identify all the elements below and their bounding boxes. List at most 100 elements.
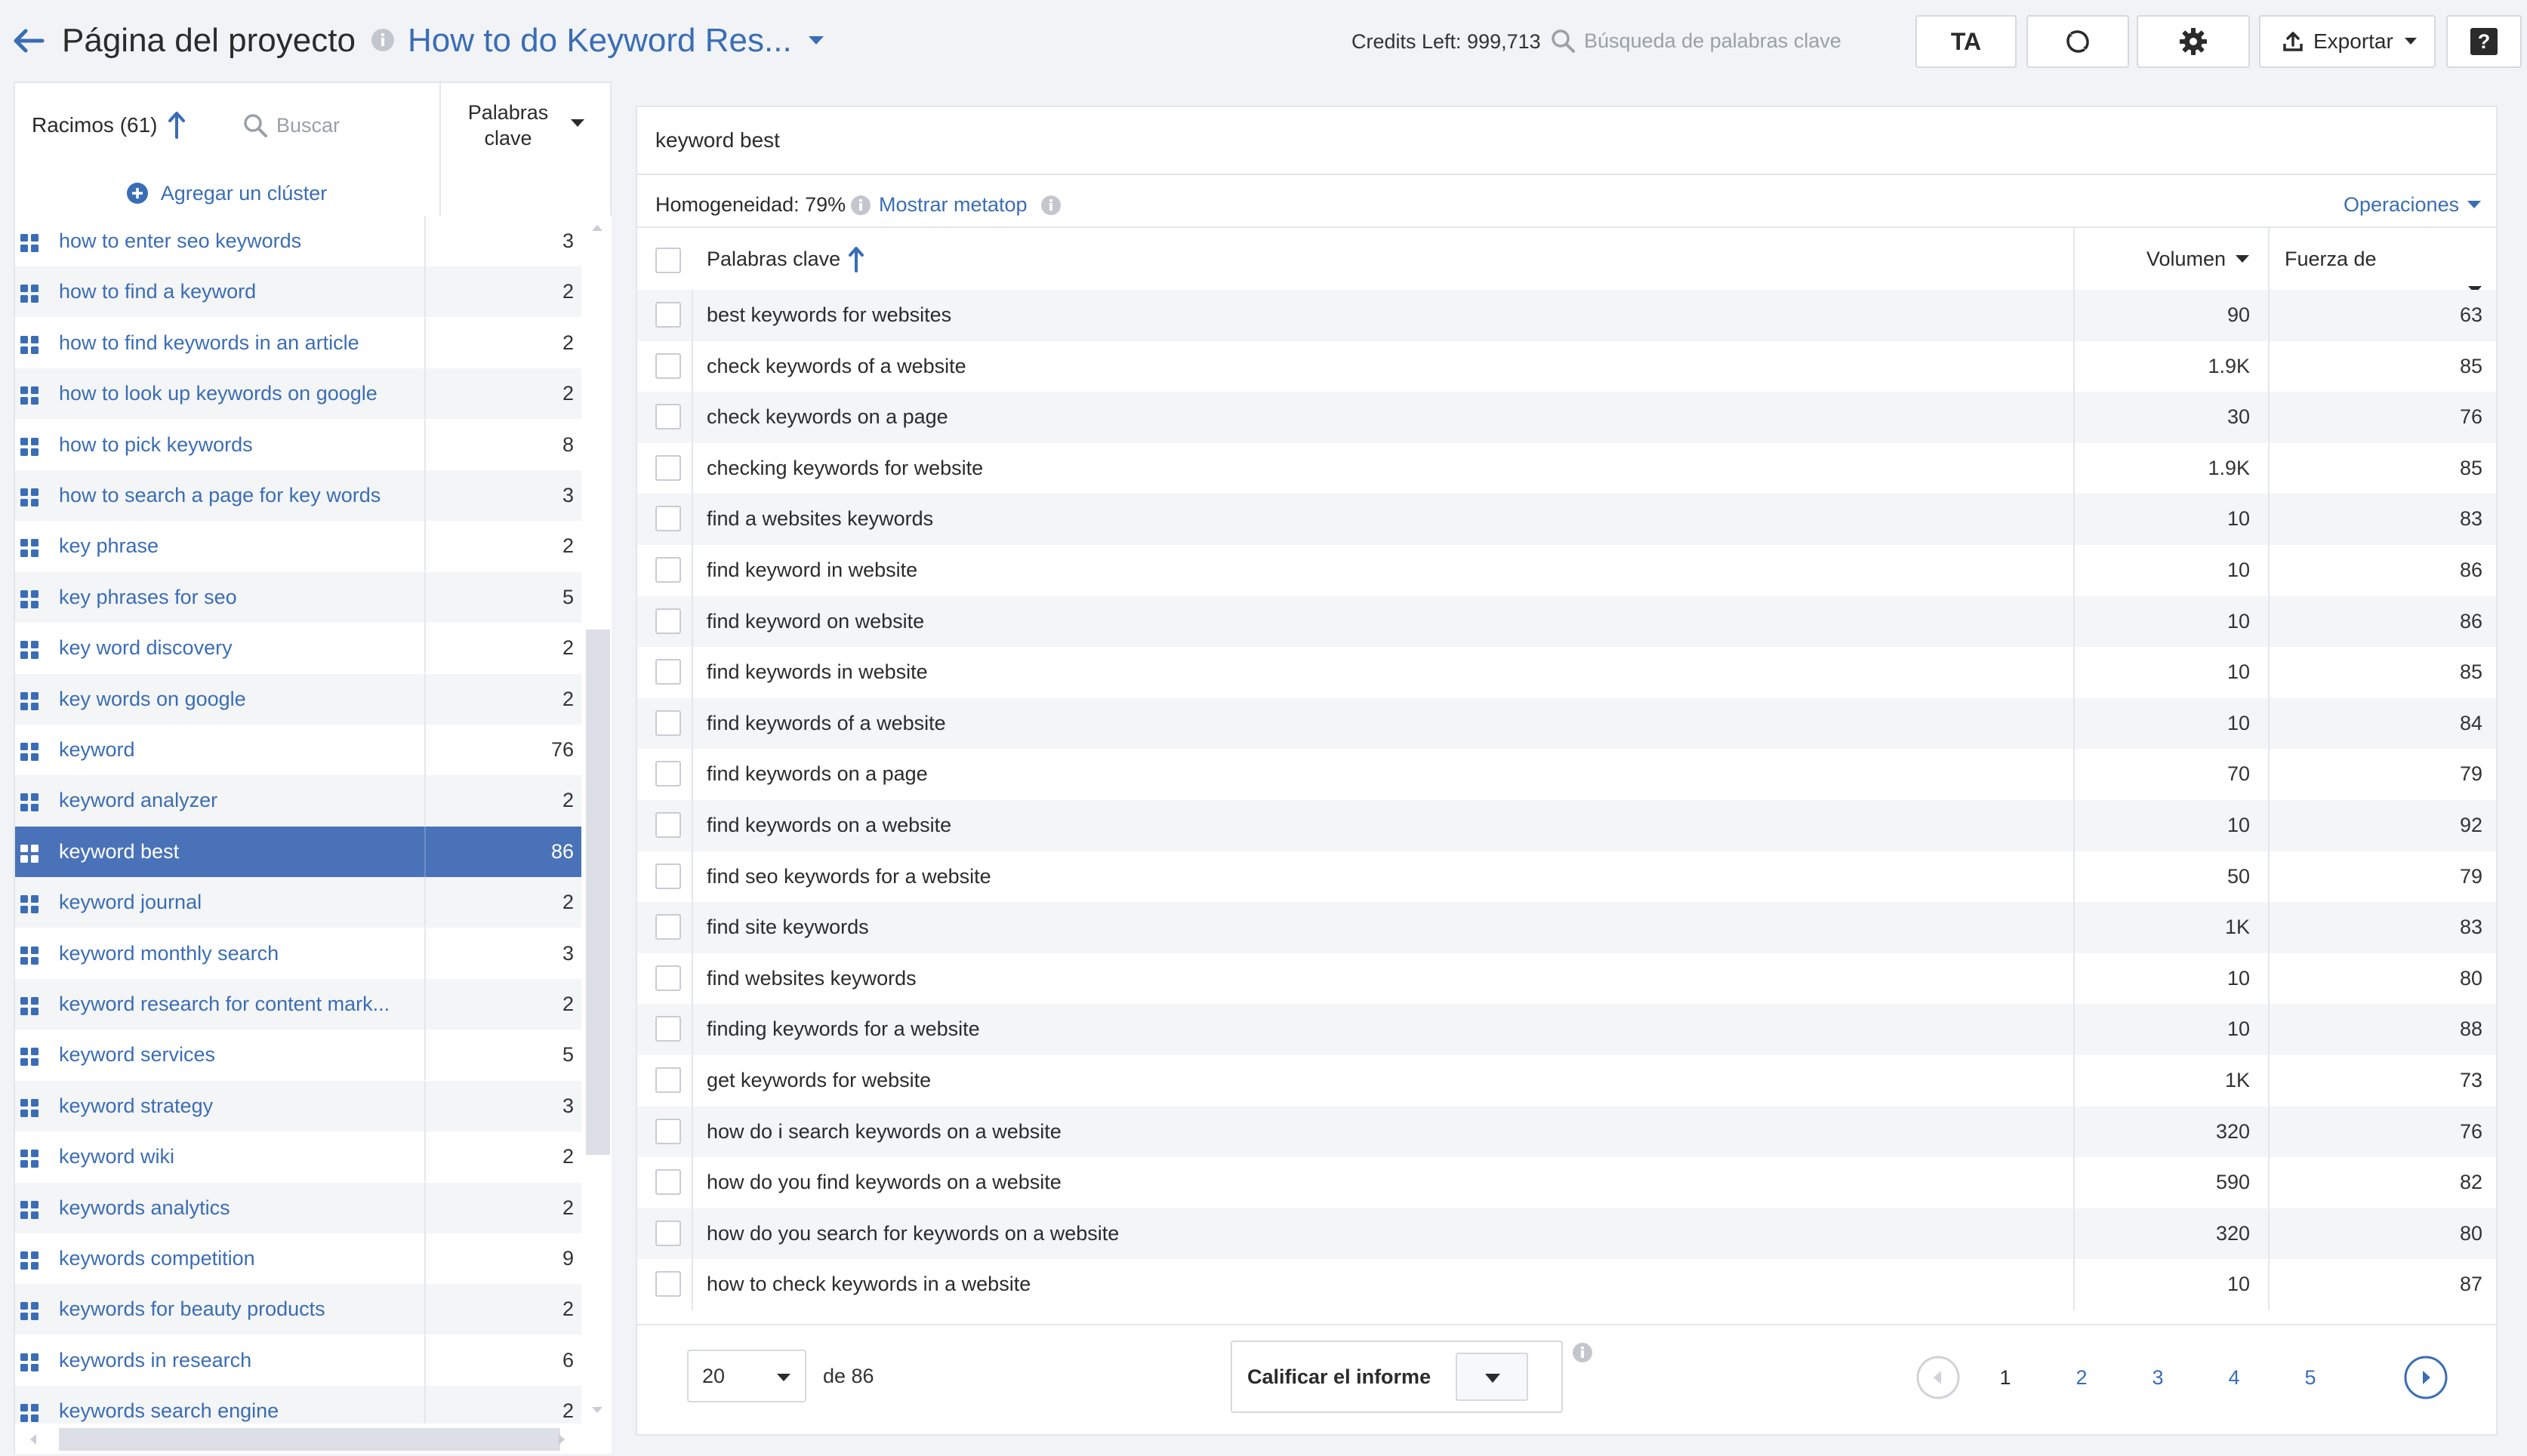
row-checkbox[interactable] xyxy=(655,710,681,736)
keywords-column-header[interactable]: Palabras clave xyxy=(707,228,864,290)
cluster-row[interactable]: keyword services 5 xyxy=(15,1030,581,1081)
cluster-keyword-count: 5 xyxy=(562,585,574,608)
cluster-row[interactable]: key words on google 2 xyxy=(15,673,581,725)
back-arrow-icon[interactable] xyxy=(9,21,48,60)
next-page-button[interactable] xyxy=(2404,1356,2448,1399)
cluster-row[interactable]: how to look up keywords on google 2 xyxy=(15,368,581,420)
strength-cell: 76 xyxy=(2459,405,2482,429)
horizontal-scroll-thumb[interactable] xyxy=(59,1428,560,1451)
vertical-scrollbar[interactable] xyxy=(583,216,612,1424)
info-icon[interactable] xyxy=(1572,1342,1593,1363)
row-checkbox[interactable] xyxy=(655,557,681,583)
chevron-down-icon[interactable] xyxy=(570,118,585,128)
row-checkbox[interactable] xyxy=(655,863,681,889)
page-number-4[interactable]: 4 xyxy=(2211,1356,2257,1399)
operations-dropdown[interactable]: Operaciones xyxy=(2344,187,2482,222)
horizontal-scrollbar[interactable] xyxy=(15,1424,612,1454)
strength-cell: 83 xyxy=(2459,916,2482,939)
row-checkbox[interactable] xyxy=(655,608,681,634)
cluster-row[interactable]: keyword monthly search 3 xyxy=(15,928,581,979)
prev-page-button[interactable] xyxy=(1916,1356,1960,1399)
cluster-title[interactable]: keyword best xyxy=(655,125,780,155)
keyword-cell: check keywords on a page xyxy=(707,405,948,429)
vertical-scroll-thumb[interactable] xyxy=(586,629,610,1155)
row-checkbox[interactable] xyxy=(655,914,681,940)
page-size-select[interactable]: 20 xyxy=(687,1350,806,1402)
cluster-row[interactable]: how to pick keywords 8 xyxy=(15,419,581,470)
info-icon[interactable] xyxy=(370,27,396,53)
volume-cell: 10 xyxy=(2227,660,2250,684)
chevron-down-icon[interactable] xyxy=(806,34,826,48)
scroll-left-icon[interactable] xyxy=(27,1433,38,1446)
scroll-up-icon[interactable] xyxy=(590,222,604,232)
cluster-row[interactable]: keyword wiki 2 xyxy=(15,1131,581,1183)
cluster-row[interactable]: how to find keywords in an article 2 xyxy=(15,317,581,368)
row-checkbox[interactable] xyxy=(655,404,681,430)
row-checkbox[interactable] xyxy=(655,454,681,481)
cluster-row[interactable]: how to find a keyword 2 xyxy=(15,266,581,318)
info-icon[interactable] xyxy=(1040,195,1062,216)
row-checkbox[interactable] xyxy=(655,1220,681,1246)
cluster-row[interactable]: keyword research for content mark... 2 xyxy=(15,979,581,1030)
cluster-row[interactable]: keywords for beauty products 2 xyxy=(15,1284,581,1335)
cluster-row[interactable]: key word discovery 2 xyxy=(15,623,581,674)
scroll-right-icon[interactable] xyxy=(557,1433,568,1446)
page-number-2[interactable]: 2 xyxy=(2059,1356,2104,1399)
clusters-count-sort[interactable]: Racimos (61) xyxy=(32,112,157,139)
project-name-dropdown[interactable]: How to do Keyword Res... xyxy=(408,20,792,62)
column-divider xyxy=(424,521,426,572)
cluster-row[interactable]: key phrase 2 xyxy=(15,521,581,572)
cluster-row[interactable]: how to enter seo keywords 3 xyxy=(15,216,581,266)
row-checkbox[interactable] xyxy=(655,506,681,532)
scroll-down-icon[interactable] xyxy=(590,1405,604,1416)
row-checkbox[interactable] xyxy=(655,965,681,991)
volume-column-header[interactable]: Volumen xyxy=(2099,228,2250,290)
page-number-5[interactable]: 5 xyxy=(2288,1356,2333,1399)
refresh-button[interactable] xyxy=(2026,15,2129,68)
plus-circle-icon xyxy=(126,182,161,205)
keyword-cell: find seo keywords for a website xyxy=(707,864,991,888)
cluster-row[interactable]: how to search a page for key words 3 xyxy=(15,470,581,521)
keyword-search-input[interactable] xyxy=(1584,23,1878,59)
cluster-row[interactable]: keywords search engine 2 xyxy=(15,1386,581,1424)
row-checkbox[interactable] xyxy=(655,659,681,685)
settings-button[interactable] xyxy=(2137,15,2250,68)
column-divider xyxy=(424,725,426,775)
row-checkbox[interactable] xyxy=(655,761,681,787)
cluster-row[interactable]: keyword best 86 xyxy=(15,826,581,877)
ta-button[interactable]: TA xyxy=(1915,15,2017,68)
cluster-row[interactable]: keyword analyzer 2 xyxy=(15,775,581,827)
cluster-row[interactable]: keywords analytics 2 xyxy=(15,1182,581,1233)
cluster-keyword-count: 3 xyxy=(562,229,574,252)
export-button[interactable]: Exportar xyxy=(2259,15,2436,68)
help-button[interactable]: ? xyxy=(2446,15,2522,68)
rate-report-dropdown[interactable] xyxy=(1456,1353,1528,1401)
row-checkbox[interactable] xyxy=(655,1169,681,1196)
page-number-3[interactable]: 3 xyxy=(2135,1356,2180,1399)
select-all-checkbox[interactable] xyxy=(655,248,681,273)
show-metatop-link[interactable]: Mostrar metatop xyxy=(879,187,1028,222)
cluster-row[interactable]: keyword 76 xyxy=(15,725,581,775)
row-checkbox[interactable] xyxy=(655,1067,681,1093)
column-divider xyxy=(424,1030,426,1081)
column-divider xyxy=(2073,226,2075,1310)
table-row: find site keywords 1K 83 xyxy=(637,902,2496,953)
cluster-row[interactable]: key phrases for seo 5 xyxy=(15,571,581,623)
cluster-search-input[interactable] xyxy=(276,109,442,142)
row-checkbox[interactable] xyxy=(655,1016,681,1042)
cluster-row[interactable]: keywords in research 6 xyxy=(15,1334,581,1386)
cluster-row[interactable]: keyword strategy 3 xyxy=(15,1080,581,1131)
page-number-1[interactable]: 1 xyxy=(1983,1356,2028,1399)
row-checkbox[interactable] xyxy=(655,1118,681,1144)
add-cluster-button[interactable]: Agregar un clúster xyxy=(15,177,438,210)
cluster-row[interactable]: keyword journal 2 xyxy=(15,877,581,928)
row-checkbox[interactable] xyxy=(655,1271,681,1297)
row-checkbox[interactable] xyxy=(655,812,681,838)
row-checkbox[interactable] xyxy=(655,352,681,379)
info-icon[interactable] xyxy=(850,195,871,216)
keywords-column-header[interactable]: Palabras clave xyxy=(451,100,565,151)
page-title: Página del proyecto xyxy=(62,22,356,59)
cluster-row[interactable]: keywords competition 9 xyxy=(15,1233,581,1284)
row-checkbox[interactable] xyxy=(655,302,681,328)
sort-up-arrow-icon[interactable] xyxy=(168,110,186,139)
